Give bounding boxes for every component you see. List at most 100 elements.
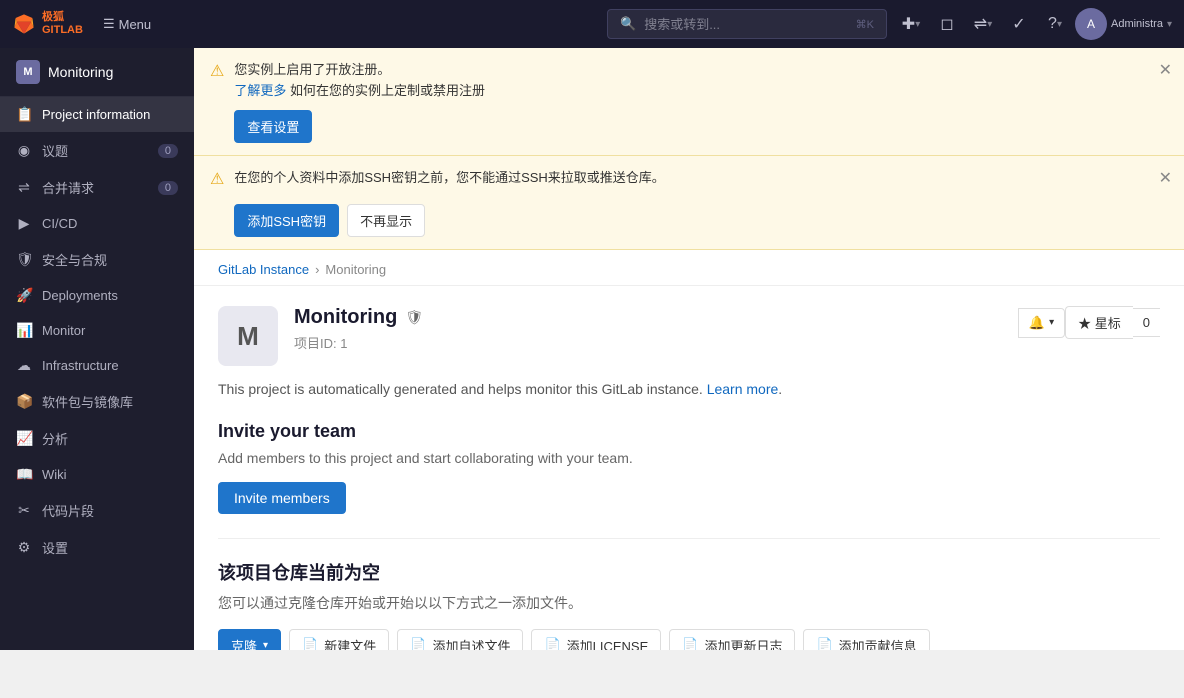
readme-icon: 📄 (410, 637, 426, 650)
registration-alert-close[interactable]: ✕ (1159, 60, 1172, 80)
sidebar-item-label: 软件包与镜像库 (42, 392, 133, 411)
sidebar-item-cicd[interactable]: ▶ CI/CD (0, 206, 194, 241)
contributing-icon: 📄 (816, 637, 832, 650)
new-file-label: 新建文件 (324, 636, 376, 650)
invite-section-subtitle: Add members to this project and start co… (194, 450, 1184, 466)
sidebar-item-project-information[interactable]: 📋 Project information (0, 97, 194, 132)
issues-badge: 0 (158, 144, 178, 158)
merge-icon: ⇌ (974, 14, 987, 34)
sidebar-project-header[interactable]: M Monitoring (0, 48, 194, 97)
add-ssh-key-button[interactable]: 添加SSH密钥 (234, 204, 339, 237)
help-button[interactable]: ? ▾ (1039, 8, 1071, 40)
sidebar-item-packages[interactable]: 📦 软件包与镜像库 (0, 383, 194, 420)
sidebar-item-analytics[interactable]: 📈 分析 (0, 420, 194, 457)
divider (218, 538, 1160, 539)
mr-sidebar-icon: ⇌ (16, 179, 32, 196)
navbar-actions: ✚ ▾ ◻ ⇌ ▾ ✓ ? ▾ A Administra ▾ (895, 8, 1172, 40)
user-chevron-icon: ▾ (1167, 19, 1172, 30)
repo-action-buttons: 克隆 ▾ 📄 新建文件 📄 添加自述文件 📄 添加LICENSE 📄 添加更新日… (194, 629, 1184, 650)
star-count: 0 (1133, 308, 1160, 337)
add-readme-button[interactable]: 📄 添加自述文件 (397, 629, 523, 650)
menu-icon: ☰ (103, 16, 115, 32)
todo-icon: ✓ (1012, 14, 1025, 34)
security-icon: 🛡 (16, 251, 32, 268)
warning-icon: ⚠ (210, 61, 224, 81)
add-license-button[interactable]: 📄 添加LICENSE (531, 629, 661, 650)
search-icon: 🔍 (620, 16, 636, 32)
learn-more-link[interactable]: Learn more (707, 381, 779, 397)
project-avatar: M (218, 306, 278, 366)
sidebar-item-security[interactable]: 🛡 安全与合规 (0, 241, 194, 278)
breadcrumb-sep: › (315, 262, 319, 277)
empty-repo-desc: 您可以通过克隆仓库开始或开始以以下方式之一添加文件。 (194, 593, 1184, 613)
clone-label: 克隆 (231, 636, 257, 650)
merge-requests-button[interactable]: ⇌ ▾ (967, 8, 999, 40)
search-bar[interactable]: 🔍 ⌘K (607, 9, 887, 39)
settings-icon: ⚙ (16, 539, 32, 556)
bell-icon: 🔔 (1029, 315, 1045, 331)
registration-learn-more-link[interactable]: 了解更多 (234, 83, 286, 98)
ssh-alert-text: 在您的个人资料中添加SSH密钥之前，您不能通过SSH来拉取或推送仓库。 (234, 170, 664, 185)
file-icon: 📄 (302, 637, 318, 650)
packages-icon: 📦 (16, 393, 32, 410)
notification-button[interactable]: 🔔 ▾ (1018, 308, 1065, 338)
invite-members-button[interactable]: Invite members (218, 482, 346, 514)
search-shortcut: ⌘K (856, 18, 874, 31)
sidebar-item-wiki[interactable]: 📖 Wiki (0, 457, 194, 492)
sidebar-item-label: 合并请求 (42, 178, 94, 197)
monitor-icon: 📊 (16, 322, 32, 339)
project-visibility-icon: 🛡 (405, 309, 423, 326)
ssh-alert: ⚠ 在您的个人资料中添加SSH密钥之前，您不能通过SSH来拉取或推送仓库。 添加… (194, 156, 1184, 251)
sidebar-project-avatar: M (16, 60, 40, 84)
changelog-label: 添加更新日志 (704, 636, 782, 650)
star-button[interactable]: ★ 星标 (1065, 306, 1133, 339)
user-label: Administra (1111, 18, 1163, 30)
registration-alert-body: 您实例上启用了开放注册。 了解更多 如何在您的实例上定制或禁用注册 查看设置 (234, 60, 485, 143)
dismiss-ssh-alert-button[interactable]: 不再显示 (347, 204, 425, 237)
todo-button[interactable]: ✓ (1003, 8, 1035, 40)
menu-label: Menu (119, 17, 152, 32)
registration-alert-suffix: 如何在您的实例上定制或禁用注册 (290, 83, 485, 98)
add-contributing-button[interactable]: 📄 添加贡献信息 (803, 629, 929, 650)
sidebar-item-label: Wiki (42, 467, 67, 482)
sidebar-item-snippets[interactable]: ✂ 代码片段 (0, 492, 194, 529)
view-settings-button[interactable]: 查看设置 (234, 110, 312, 143)
ssh-alert-close[interactable]: ✕ (1159, 168, 1172, 188)
project-info-icon: 📋 (16, 106, 32, 123)
breadcrumb-parent[interactable]: GitLab Instance (218, 262, 309, 277)
project-id: 项目ID: 1 (294, 333, 1002, 352)
sidebar-item-merge-requests[interactable]: ⇌ 合并请求 0 (0, 169, 194, 206)
empty-repo-title: 该项目仓库当前为空 (194, 559, 1184, 585)
license-label: 添加LICENSE (567, 636, 649, 650)
user-avatar[interactable]: A (1075, 8, 1107, 40)
ssh-warning-icon: ⚠ (210, 169, 224, 189)
clone-button[interactable]: 克隆 ▾ (218, 629, 281, 650)
mr-chevron-icon: ▾ (987, 19, 992, 30)
sidebar-item-settings[interactable]: ⚙ 设置 (0, 529, 194, 566)
changelog-icon: 📄 (682, 637, 698, 650)
analytics-icon: 📈 (16, 430, 32, 447)
create-button[interactable]: ✚ ▾ (895, 8, 927, 40)
project-description: This project is automatically generated … (194, 378, 1184, 400)
sidebar-item-label: 设置 (42, 538, 68, 557)
breadcrumb: GitLab Instance › Monitoring (194, 250, 1184, 286)
search-input[interactable] (644, 17, 847, 32)
new-file-button[interactable]: 📄 新建文件 (289, 629, 389, 650)
ssh-alert-body: 在您的个人资料中添加SSH密钥之前，您不能通过SSH来拉取或推送仓库。 添加SS… (234, 168, 664, 238)
menu-button[interactable]: ☰ Menu (95, 12, 159, 36)
clone-dropdown-icon: ▾ (263, 640, 268, 650)
sidebar-item-monitor[interactable]: 📊 Monitor (0, 313, 194, 348)
snippets-icon: ✂ (16, 502, 32, 519)
sidebar-item-deployments[interactable]: 🚀 Deployments (0, 278, 194, 313)
sidebar-item-issues[interactable]: ◉ 议题 0 (0, 132, 194, 169)
layout: M Monitoring 📋 Project information ◉ 议题 … (0, 48, 1184, 650)
add-changelog-button[interactable]: 📄 添加更新日志 (669, 629, 795, 650)
gitlab-logo[interactable]: 极狐GITLAB (12, 11, 83, 37)
sidebar-item-infrastructure[interactable]: ☁ Infrastructure (0, 348, 194, 383)
issues-button[interactable]: ◻ (931, 8, 963, 40)
registration-alert: ⚠ 您实例上启用了开放注册。 了解更多 如何在您的实例上定制或禁用注册 查看设置… (194, 48, 1184, 156)
sidebar-item-label: Project information (42, 107, 150, 122)
chevron-down-icon: ▾ (915, 19, 920, 30)
project-info: Monitoring 🛡 项目ID: 1 (294, 306, 1002, 352)
wiki-icon: 📖 (16, 466, 32, 483)
